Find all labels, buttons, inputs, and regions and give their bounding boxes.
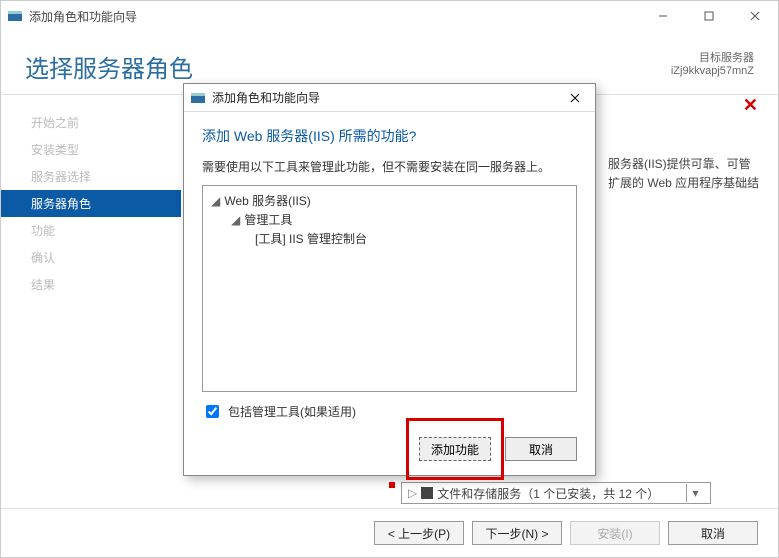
dialog-buttons: 添加功能 取消 bbox=[184, 431, 595, 475]
dialog-cancel-button[interactable]: 取消 bbox=[505, 437, 577, 461]
dialog-titlebar: 添加角色和功能向导 bbox=[184, 84, 595, 112]
sidebar-step-4[interactable]: 功能 bbox=[1, 217, 181, 244]
close-button[interactable] bbox=[732, 1, 778, 31]
sidebar-step-1[interactable]: 安装类型 bbox=[1, 136, 181, 163]
features-tree[interactable]: ◢ Web 服务器(IIS) ◢ 管理工具 [工具] IIS 管理控制台 bbox=[202, 185, 577, 392]
window-controls bbox=[640, 1, 778, 31]
dialog-description: 需要使用以下工具来管理此功能，但不需要安装在同一服务器上。 bbox=[202, 158, 577, 175]
prev-button[interactable]: < 上一步(P) bbox=[374, 521, 464, 545]
destination-box: 目标服务器 iZj9kkvapj57mnZ bbox=[671, 49, 754, 77]
checkbox-icon bbox=[421, 487, 433, 499]
app-icon bbox=[190, 90, 206, 106]
destination-label: 目标服务器 bbox=[671, 49, 754, 65]
wizard-footer: < 上一步(P) 下一步(N) > 安装(I) 取消 bbox=[1, 508, 778, 557]
tree-node-lvl1: ◢ 管理工具 bbox=[211, 211, 568, 230]
install-button[interactable]: 安装(I) bbox=[570, 521, 660, 545]
sidebar-step-5[interactable]: 确认 bbox=[1, 244, 181, 271]
maximize-button[interactable] bbox=[686, 1, 732, 31]
roles-tree-row-label: 文件和存储服务（1 个已安装，共 12 个） bbox=[437, 485, 659, 502]
dialog-close-button[interactable] bbox=[561, 85, 589, 111]
roles-tree-row[interactable]: ▷ 文件和存储服务（1 个已安装，共 12 个） ▾ bbox=[401, 482, 711, 504]
titlebar: 添加角色和功能向导 bbox=[1, 1, 778, 31]
dialog-heading: 添加 Web 服务器(IIS) 所需的功能? bbox=[202, 126, 577, 146]
expand-triangle-icon: ▷ bbox=[408, 486, 417, 500]
include-tools-label: 包括管理工具(如果适用) bbox=[228, 403, 356, 420]
role-description: 服务器(IIS)提供可靠、可管 扩展的 Web 应用程序基础结 bbox=[608, 155, 778, 193]
add-features-dialog: 添加角色和功能向导 添加 Web 服务器(IIS) 所需的功能? 需要使用以下工… bbox=[183, 83, 596, 476]
next-button[interactable]: 下一步(N) > bbox=[472, 521, 562, 545]
include-tools-checkbox[interactable] bbox=[206, 405, 219, 418]
chevron-down-icon[interactable]: ▾ bbox=[686, 484, 704, 502]
minimize-button[interactable] bbox=[640, 1, 686, 31]
sidebar-step-3[interactable]: 服务器角色 bbox=[1, 190, 181, 217]
sidebar-step-0[interactable]: 开始之前 bbox=[1, 109, 181, 136]
cancel-button[interactable]: 取消 bbox=[668, 521, 758, 545]
tree-node-lvl0: ◢ Web 服务器(IIS) bbox=[211, 192, 568, 211]
destination-value: iZj9kkvapj57mnZ bbox=[671, 65, 754, 77]
wizard-sidebar: 开始之前 安装类型 服务器选择 服务器角色 功能 确认 结果 bbox=[1, 95, 181, 508]
add-features-button[interactable]: 添加功能 bbox=[419, 437, 491, 461]
sidebar-step-2[interactable]: 服务器选择 bbox=[1, 163, 181, 190]
dialog-body: 添加 Web 服务器(IIS) 所需的功能? 需要使用以下工具来管理此功能，但不… bbox=[184, 112, 595, 431]
window-title: 添加角色和功能向导 bbox=[29, 8, 640, 25]
sidebar-step-6[interactable]: 结果 bbox=[1, 271, 181, 298]
include-tools-row[interactable]: 包括管理工具(如果适用) bbox=[202, 402, 577, 421]
app-icon bbox=[7, 8, 23, 24]
dialog-title: 添加角色和功能向导 bbox=[212, 89, 561, 106]
tree-node-lvl2: [工具] IIS 管理控制台 bbox=[211, 230, 568, 249]
page-heading: 选择服务器角色 bbox=[25, 49, 193, 84]
